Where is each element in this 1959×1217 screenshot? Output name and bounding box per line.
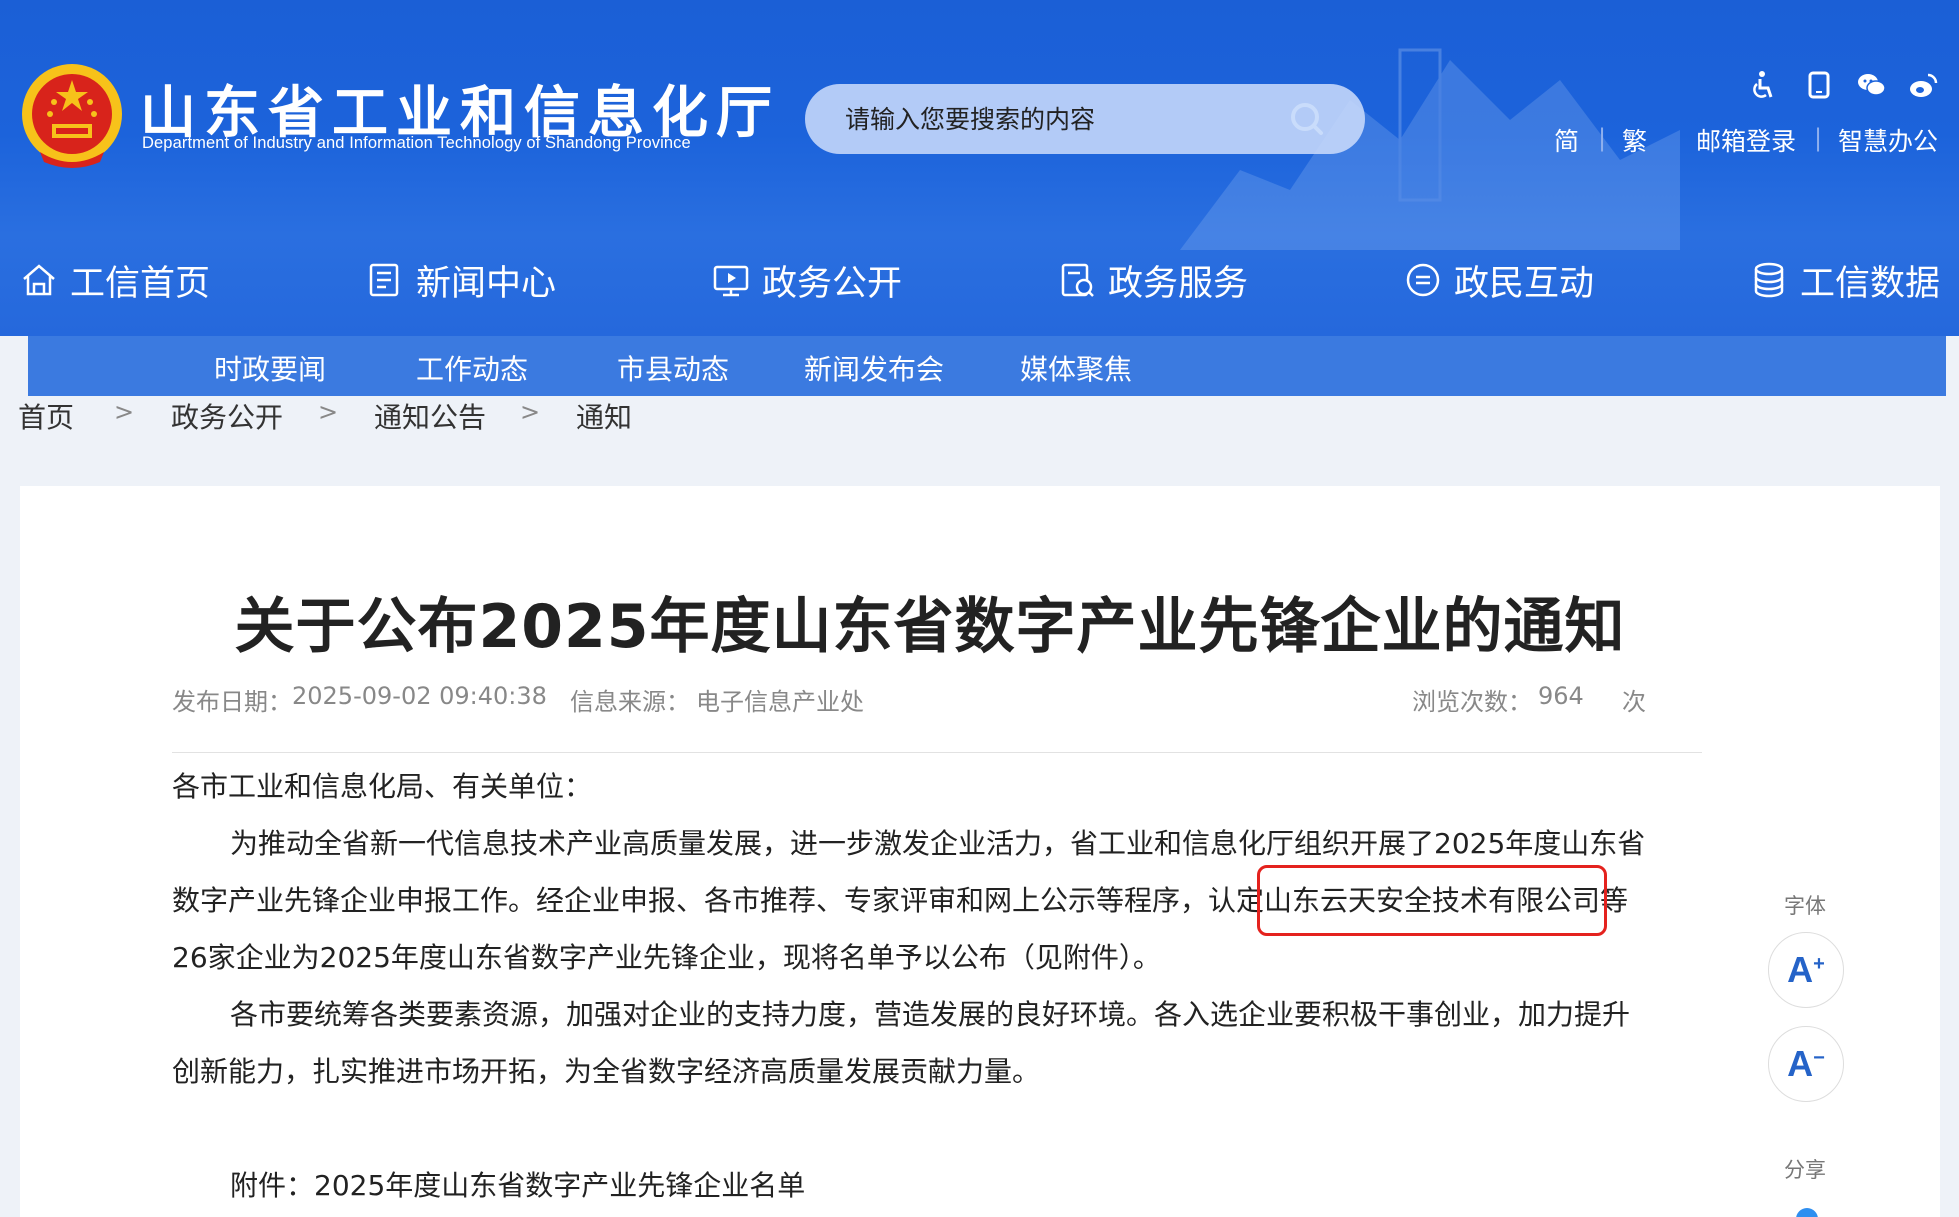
article-card: 关于公布2025年度山东省数字产业先锋企业的通知 发布日期： 2025-09-0… — [20, 486, 1940, 1217]
mobile-icon[interactable] — [1804, 70, 1834, 100]
minus-icon: − — [1813, 1046, 1825, 1069]
paragraph-text: 等 — [1600, 884, 1629, 917]
nav-item-government-service[interactable]: 政务服务 — [1058, 248, 1248, 312]
nav-item-data[interactable]: 工信数据 — [1750, 248, 1940, 312]
breadcrumb-government-affairs[interactable]: 政务公开 — [171, 396, 283, 436]
paragraph-line: 各市要统筹各类要素资源，加强对企业的支持力度，营造发展的良好环境。各入选企业要积… — [230, 998, 1631, 1031]
breadcrumb-separator: > — [520, 398, 541, 426]
paragraph-line: 26家企业为2025年度山东省数字产业先锋企业，现将名单予以公布（见附件）。 — [172, 941, 1161, 974]
nav-item-label: 政民互动 — [1454, 263, 1595, 304]
nav-item-label: 工信首页 — [70, 263, 211, 304]
wechat-icon[interactable] — [1856, 70, 1886, 100]
weibo-icon[interactable] — [1908, 70, 1938, 100]
top-link-separator: | — [1814, 124, 1823, 152]
font-increase-glyph: A — [1787, 949, 1814, 990]
breadcrumb-separator: > — [318, 398, 339, 426]
share-label: 分享 — [1784, 1158, 1826, 1182]
views-count: 964 — [1538, 682, 1584, 710]
breadcrumb-notice[interactable]: 通知 — [576, 396, 632, 436]
smart-office-link[interactable]: 智慧办公 — [1838, 122, 1938, 158]
views-unit: 次 — [1622, 688, 1646, 716]
views-label: 浏览次数： — [1412, 688, 1532, 716]
publish-date: 2025-09-02 09:40:38 — [292, 682, 547, 710]
highlighted-company-name: 山东云天安全技术有限公司 — [1257, 865, 1608, 936]
nav-item-label: 工信数据 — [1800, 263, 1941, 304]
font-increase-button[interactable]: A + — [1768, 932, 1844, 1008]
main-nav: 工信首页 新闻中心 政务公开 政务服务 政民互动 工信数据 — [0, 248, 1959, 312]
news-icon — [369, 263, 399, 297]
attachment-link[interactable]: 附件：2025年度山东省数字产业先锋企业名单 — [172, 1157, 1712, 1214]
subnav-item-media-focus[interactable]: 媒体聚焦 — [1020, 348, 1132, 388]
chat-icon — [1406, 263, 1440, 297]
subnav-item-current-affairs[interactable]: 时政要闻 — [214, 348, 326, 388]
paragraph-line: 创新能力，扎实推进市场开拓，为全省数字经济高质量发展贡献力量。 — [172, 1055, 1041, 1088]
breadcrumb-home[interactable]: 首页 — [18, 396, 74, 436]
source-label: 信息来源： — [570, 688, 690, 716]
accessibility-icon[interactable] — [1748, 70, 1778, 100]
screen-icon — [713, 265, 749, 297]
top-link-separator: | — [1598, 124, 1607, 152]
plus-icon: + — [1813, 952, 1825, 975]
source-value: 电子信息产业处 — [696, 688, 864, 716]
nav-item-news[interactable]: 新闻中心 — [366, 248, 556, 312]
nav-item-home[interactable]: 工信首页 — [20, 248, 210, 312]
meta-divider — [172, 752, 1702, 753]
nav-item-government-affairs[interactable]: 政务公开 — [712, 248, 902, 312]
subnav-item-work-updates[interactable]: 工作动态 — [416, 348, 528, 388]
site-header: 山东省工业和信息化厅 Department of Industry and In… — [0, 0, 1959, 336]
publish-date-label: 发布日期： — [172, 688, 292, 716]
breadcrumb-separator: > — [114, 398, 135, 426]
font-decrease-button[interactable]: A − — [1768, 1026, 1844, 1102]
nav-item-label: 政务公开 — [762, 263, 903, 304]
font-size-label: 字体 — [1784, 894, 1826, 918]
mail-login-link[interactable]: 邮箱登录 — [1696, 122, 1796, 158]
paragraph-line: 为推动全省新一代信息技术产业高质量发展，进一步激发企业活力，省工业和信息化厅组织… — [230, 827, 1646, 860]
subnav-item-press-conference[interactable]: 新闻发布会 — [804, 348, 944, 388]
traditional-chinese-link[interactable]: 繁 — [1622, 122, 1647, 158]
font-decrease-glyph: A — [1787, 1043, 1814, 1084]
nav-item-interaction[interactable]: 政民互动 — [1404, 248, 1594, 312]
service-icon — [1061, 263, 1094, 297]
simplified-chinese-link[interactable]: 简 — [1554, 122, 1579, 158]
database-icon — [1754, 262, 1784, 298]
subnav-item-city-updates[interactable]: 市县动态 — [617, 348, 729, 388]
paragraph-line-with-highlight: 数字产业先锋企业申报工作。经企业申报、各市推荐、专家评审和网上公示等程序，认定山… — [172, 865, 1712, 936]
home-icon — [23, 264, 55, 296]
breadcrumb-notices[interactable]: 通知公告 — [374, 396, 486, 436]
article-title: 关于公布2025年度山东省数字产业先锋企业的通知 — [234, 592, 1626, 662]
breadcrumb: 首页 > 政务公开 > 通知公告 > 通知 — [18, 396, 718, 436]
sub-nav: 时政要闻 工作动态 市县动态 新闻发布会 媒体聚焦 — [28, 336, 1946, 396]
paragraph-text: 数字产业先锋企业申报工作。经企业申报、各市推荐、专家评审和网上公示等程序，认定 — [172, 884, 1265, 917]
top-links: 简 | 繁 邮箱登录 | 智慧办公 — [0, 122, 1959, 156]
nav-item-label: 新闻中心 — [416, 263, 557, 304]
nav-item-label: 政务服务 — [1108, 263, 1249, 304]
salutation: 各市工业和信息化局、有关单位： — [172, 770, 593, 803]
